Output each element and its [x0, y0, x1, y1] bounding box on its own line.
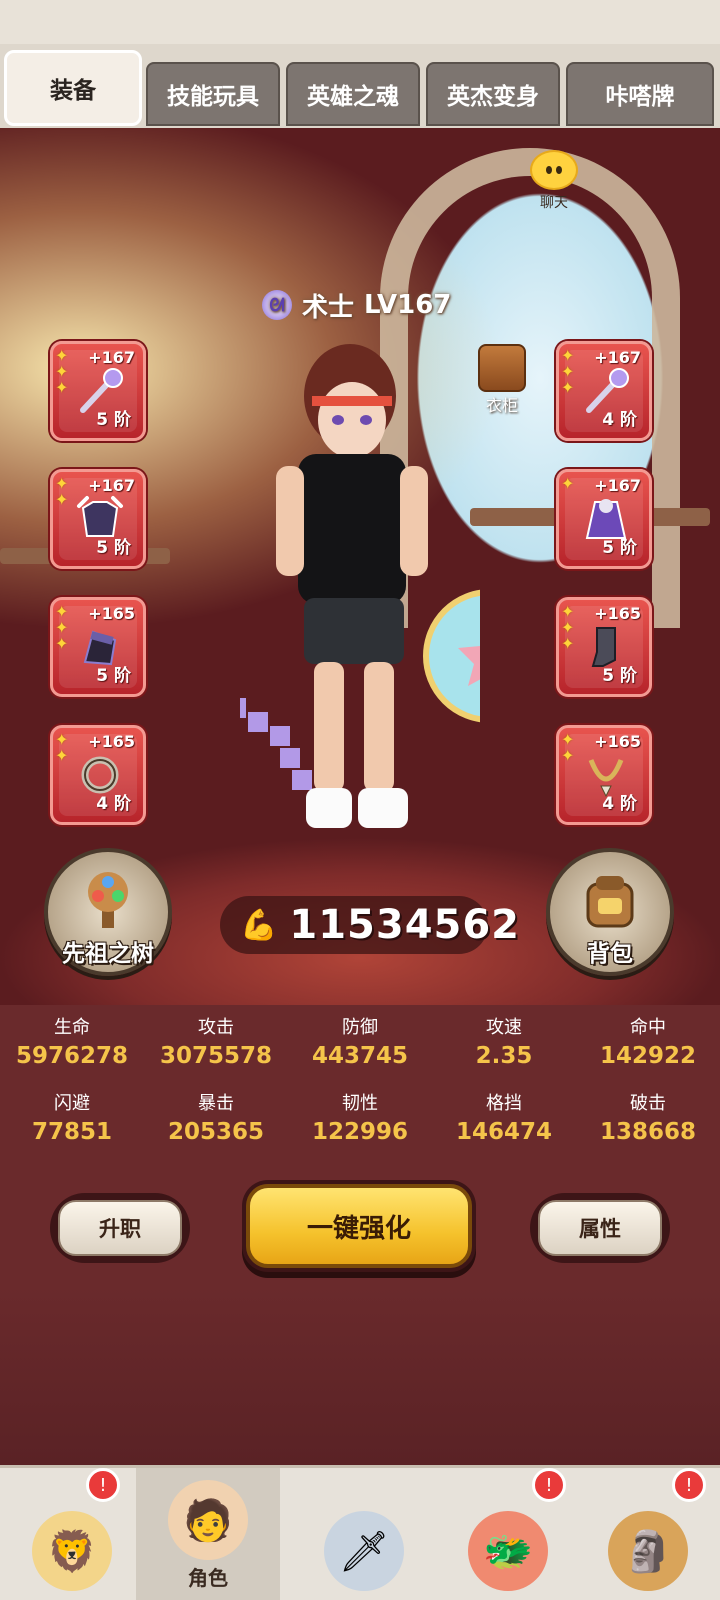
star-icons: ✦ ✦ ✦ — [561, 602, 575, 653]
ancestor-tree-button[interactable]: 先祖之树 — [44, 848, 172, 976]
tier-label: 5 阶 — [96, 666, 131, 686]
tab-equipment[interactable]: 装备 — [4, 50, 142, 126]
stat-hit: 命中 142922 — [599, 1017, 697, 1069]
muscle-icon: 💪 — [240, 907, 278, 943]
equip-slot-right-2[interactable]: ✦ +167 5 阶 — [556, 469, 652, 569]
star-icons: ✦ — [561, 474, 575, 493]
nav-character[interactable]: 🧑 角色 — [136, 1468, 280, 1600]
totem-icon: 🗿 — [608, 1511, 688, 1591]
enhance-level: +165 — [88, 732, 135, 751]
auto-enhance-button[interactable]: 一键强化 — [246, 1184, 472, 1268]
star-icons: ✦ ✦ ✦ — [55, 602, 69, 653]
bottom-nav: 🦁 ! 🧑 角色 🗡 🐲 ! 🗿 ! — [0, 1465, 720, 1600]
star-icons: ✦ ✦ — [55, 474, 69, 509]
wardrobe-button[interactable]: 衣柜 — [472, 344, 532, 420]
tier-label: 4 阶 — [602, 794, 637, 814]
backpack-button[interactable]: 背包 — [546, 848, 674, 976]
tier-label: 5 阶 — [96, 410, 131, 430]
stat-dodge: 闪避 77851 — [31, 1093, 113, 1145]
enhance-level: +165 — [88, 604, 135, 623]
equip-slot-left-2[interactable]: ✦ ✦ +167 5 阶 — [50, 469, 146, 569]
class-name: 术士 — [302, 292, 355, 323]
chat-icon — [530, 150, 578, 190]
notification-badge: ! — [672, 1468, 706, 1502]
equip-slot-left-3[interactable]: ✦ ✦ ✦ +165 5 阶 — [50, 597, 146, 697]
dragon-icon: 🐲 — [468, 1511, 548, 1591]
attributes-button[interactable]: 属性 — [538, 1200, 662, 1256]
stat-attack: 攻击 3075578 — [159, 1017, 273, 1069]
wardrobe-icon — [478, 344, 526, 392]
combat-power-value: 11534562 — [289, 902, 521, 948]
notification-badge: ! — [86, 1468, 120, 1502]
class-level-label: ᘛ 术士 LV167 — [262, 287, 451, 323]
enhance-level: +167 — [88, 476, 135, 495]
stat-defense: 防御 443745 — [311, 1017, 409, 1069]
tab-skill-toys[interactable]: 技能玩具 — [146, 62, 280, 126]
tab-hero-soul[interactable]: 英雄之魂 — [286, 62, 420, 126]
backpack-label: 背包 — [587, 941, 633, 967]
notification-badge: ! — [532, 1468, 566, 1502]
tier-label: 5 阶 — [602, 666, 637, 686]
warlock-class-icon: ᘛ — [262, 290, 292, 320]
sword-icon: 🗡 — [324, 1511, 404, 1591]
nav-totem[interactable]: 🗿 ! — [576, 1468, 720, 1600]
status-strip — [0, 0, 720, 50]
nav-character-label: 角色 — [188, 1566, 228, 1590]
combat-power: 💪 11534562 — [220, 896, 519, 954]
enhance-level: +167 — [88, 348, 135, 367]
pet-avatar-icon: 🦁 — [32, 1511, 112, 1591]
wardrobe-label: 衣柜 — [485, 396, 518, 415]
tree-icon — [88, 872, 128, 928]
tab-hero-transform[interactable]: 英杰变身 — [426, 62, 560, 126]
nav-weapon[interactable]: 🗡 — [292, 1468, 436, 1600]
chat-button[interactable]: 聊天 — [514, 150, 594, 216]
tab-bar: 装备 技能玩具 英雄之魂 英杰变身 咔嗒牌 — [0, 44, 720, 130]
ancestor-tree-label: 先祖之树 — [62, 941, 154, 967]
promote-button[interactable]: 升职 — [58, 1200, 182, 1256]
star-icons: ✦ ✦ — [561, 730, 575, 765]
stat-attack-speed: 攻速 2.35 — [475, 1017, 533, 1069]
star-icons: ✦ ✦ ✦ — [561, 346, 575, 397]
equip-slot-right-1[interactable]: ✦ ✦ ✦ +167 4 阶 — [556, 341, 652, 441]
backpack-icon — [586, 876, 634, 928]
nav-pet[interactable]: 🦁 ! — [0, 1468, 144, 1600]
class-level: LV167 — [364, 290, 452, 320]
stat-toughness: 韧性 122996 — [311, 1093, 409, 1145]
nav-mount[interactable]: 🐲 ! — [436, 1468, 580, 1600]
equip-slot-right-4[interactable]: ✦ ✦ +165 4 阶 — [556, 725, 652, 825]
tier-label: 5 阶 — [96, 538, 131, 558]
enhance-level: +167 — [594, 348, 641, 367]
enhance-level: +167 — [594, 476, 641, 495]
tab-card[interactable]: 咔嗒牌 — [566, 62, 714, 126]
character-avatar-icon: 🧑 — [168, 1480, 248, 1560]
star-icons: ✦ ✦ — [55, 730, 69, 765]
tier-label: 5 阶 — [602, 538, 637, 558]
panel-background — [0, 1285, 720, 1465]
enhance-level: +165 — [594, 604, 641, 623]
tier-label: 4 阶 — [96, 794, 131, 814]
equip-slot-left-4[interactable]: ✦ ✦ +165 4 阶 — [50, 725, 146, 825]
equip-slot-left-1[interactable]: ✦ ✦ ✦ +167 5 阶 — [50, 341, 146, 441]
character-model — [240, 344, 480, 828]
star-icons: ✦ ✦ ✦ — [55, 346, 69, 397]
enhance-level: +165 — [594, 732, 641, 751]
chat-label: 聊天 — [540, 195, 568, 211]
stat-crit: 暴击 205365 — [167, 1093, 265, 1145]
tier-label: 4 阶 — [602, 410, 637, 430]
stat-block: 格挡 146474 — [455, 1093, 553, 1145]
equip-slot-right-3[interactable]: ✦ ✦ ✦ +165 5 阶 — [556, 597, 652, 697]
stat-hp: 生命 5976278 — [15, 1017, 129, 1069]
stats-panel: 生命 5976278 攻击 3075578 防御 443745 攻速 2.35 命中 14… — [0, 1005, 720, 1165]
stat-break: 破击 138668 — [599, 1093, 697, 1145]
